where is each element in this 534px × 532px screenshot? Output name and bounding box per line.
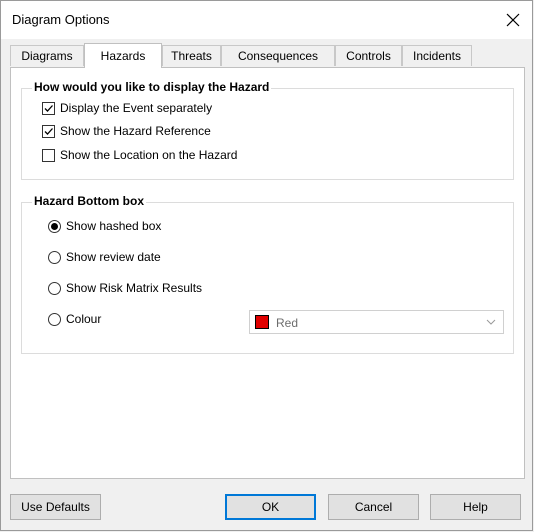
checkbox-box [42, 101, 55, 115]
tab-label: Consequences [237, 49, 319, 63]
hazards-tab-panel: How would you like to display the Hazard… [10, 67, 525, 479]
close-icon [506, 13, 520, 27]
colour-radio[interactable]: Colour [48, 312, 101, 326]
checkbox-label: Show the Hazard Reference [60, 124, 211, 138]
chevron-down-icon [486, 319, 496, 325]
checkmark-icon [44, 104, 53, 112]
radio-circle [48, 250, 61, 264]
tab-label: Hazards [100, 49, 146, 63]
show-review-date-radio[interactable]: Show review date [48, 250, 161, 264]
radio-circle [48, 312, 61, 326]
button-label: Cancel [354, 500, 393, 514]
cancel-button[interactable]: Cancel [328, 494, 419, 520]
colour-swatch [255, 315, 269, 329]
show-hazard-reference-checkbox[interactable]: Show the Hazard Reference [42, 124, 211, 138]
checkbox-box [42, 124, 55, 138]
title-bar: Diagram Options [1, 1, 532, 39]
window-title: Diagram Options [12, 12, 110, 27]
group-title: How would you like to display the Hazard [32, 80, 272, 94]
radio-label: Show Risk Matrix Results [66, 281, 203, 295]
checkbox-label: Show the Location on the Hazard [60, 148, 238, 162]
display-hazard-group: How would you like to display the Hazard… [21, 80, 514, 180]
button-label: Use Defaults [21, 500, 90, 514]
radio-circle [48, 219, 61, 233]
colour-select-value: Red [276, 316, 299, 330]
checkbox-box [42, 148, 55, 162]
show-risk-matrix-results-radio[interactable]: Show Risk Matrix Results [48, 281, 202, 295]
dialog-window: Diagram Options Diagrams Hazards Threats… [0, 0, 533, 531]
tab-consequences[interactable]: Consequences [221, 45, 335, 66]
tab-label: Threats [171, 49, 212, 63]
help-button[interactable]: Help [430, 494, 521, 520]
checkbox-label: Display the Event separately [60, 101, 213, 115]
display-event-separately-checkbox[interactable]: Display the Event separately [42, 101, 212, 115]
tab-diagrams[interactable]: Diagrams [10, 45, 84, 66]
button-label: OK [261, 500, 280, 514]
close-button[interactable] [498, 5, 528, 35]
tab-label: Incidents [412, 49, 462, 63]
show-hashed-box-radio[interactable]: Show hashed box [48, 219, 161, 233]
tab-controls[interactable]: Controls [335, 45, 402, 66]
tab-hazards[interactable]: Hazards [84, 43, 162, 68]
radio-circle [48, 281, 61, 295]
ok-button[interactable]: OK [225, 494, 316, 520]
colour-select[interactable]: Red [249, 310, 504, 334]
radio-selected-dot [51, 222, 58, 230]
tab-label: Diagrams [21, 49, 73, 63]
radio-label: Show review date [66, 250, 161, 264]
checkmark-icon [44, 127, 53, 135]
group-title: Hazard Bottom box [32, 194, 147, 208]
use-defaults-button[interactable]: Use Defaults [10, 494, 101, 520]
tab-incidents[interactable]: Incidents [402, 45, 472, 66]
button-label: Help [463, 500, 488, 514]
radio-label: Colour [66, 312, 102, 326]
radio-label: Show hashed box [66, 219, 162, 233]
tab-threats[interactable]: Threats [162, 45, 221, 66]
show-location-checkbox[interactable]: Show the Location on the Hazard [42, 148, 237, 162]
tab-label: Controls [346, 49, 391, 63]
